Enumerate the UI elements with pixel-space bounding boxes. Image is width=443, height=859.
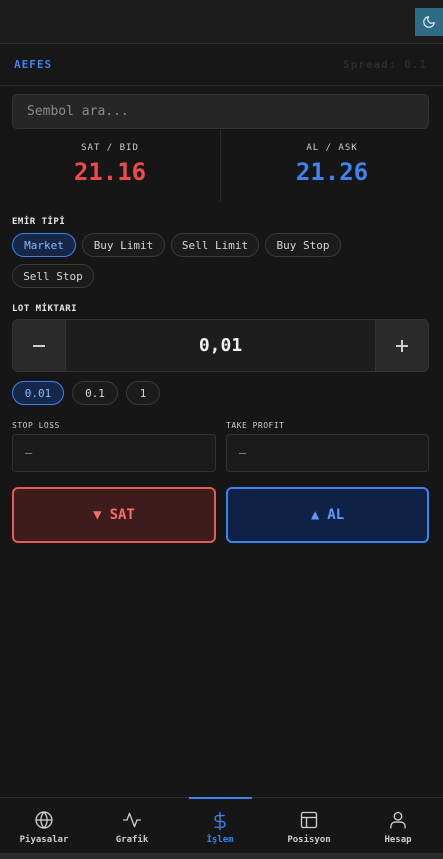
lot-preset-0-1[interactable]: 0.1 (72, 381, 118, 405)
layout-icon (300, 811, 318, 829)
lot-value[interactable]: 0,01 (65, 320, 376, 371)
order-type-buy-stop[interactable]: Buy Stop (265, 233, 341, 257)
globe-icon (35, 811, 53, 829)
bottom-strip (0, 853, 443, 859)
lot-preset-1[interactable]: 1 (126, 381, 160, 405)
ask-quote: AL / ASK 21.26 (221, 130, 443, 202)
quote-panel: SAT / BID 21.16 AL / ASK 21.26 (0, 130, 443, 202)
bottom-navigation: Piyasalar Grafik İşlem Posisyon Hesap (0, 797, 443, 854)
order-type-sell-limit[interactable]: Sell Limit (171, 233, 259, 257)
theme-toggle-button[interactable] (415, 8, 443, 36)
down-triangle-icon: ▼ (93, 507, 102, 523)
bid-quote: SAT / BID 21.16 (0, 130, 221, 202)
bid-label: SAT / BID (81, 143, 139, 153)
nav-label-piyasalar: Piyasalar (19, 835, 69, 845)
nav-item-islem[interactable]: İşlem (176, 798, 264, 854)
nav-item-posisyon[interactable]: Posisyon (265, 798, 353, 854)
symbol-name: AEFES (14, 58, 53, 71)
lot-stepper: 0,01 (12, 319, 429, 372)
bid-price: 21.16 (73, 158, 147, 186)
symbol-bar: AEFES Spread: 0.1 (0, 44, 443, 86)
sell-button-label: SAT (109, 507, 135, 523)
moon-icon (423, 16, 435, 28)
user-icon (390, 811, 406, 829)
order-type-buy-limit[interactable]: Buy Limit (82, 233, 165, 257)
nav-label-posisyon: Posisyon (287, 835, 331, 845)
nav-label-islem: İşlem (206, 835, 234, 845)
stop-loss-input[interactable]: — (12, 434, 216, 472)
spread-text: Spread: 0.1 (343, 58, 427, 71)
lot-increase-button[interactable] (375, 320, 428, 371)
lot-label: LOT MİKTARI (12, 304, 78, 314)
buy-button-label: AL (327, 507, 345, 523)
plus-icon (396, 339, 408, 352)
sell-button[interactable]: ▼ SAT (12, 487, 216, 543)
ask-price: 21.26 (295, 158, 369, 186)
lot-decrease-button[interactable] (13, 320, 66, 371)
stop-loss-label: STOP LOSS (12, 421, 60, 430)
activity-icon (123, 812, 141, 828)
order-type-market[interactable]: Market (12, 233, 76, 257)
top-bar (0, 0, 443, 44)
nav-label-grafik: Grafik (115, 835, 149, 845)
nav-item-hesap[interactable]: Hesap (354, 798, 442, 854)
order-type-label: EMİR TİPİ (12, 217, 66, 227)
lot-preset-0-01[interactable]: 0.01 (12, 381, 64, 405)
symbol-search-input[interactable] (12, 94, 429, 129)
nav-item-piyasalar[interactable]: Piyasalar (0, 798, 88, 854)
take-profit-input[interactable]: — (226, 434, 429, 472)
order-type-sell-stop[interactable]: Sell Stop (12, 264, 94, 288)
dollar-icon (214, 811, 226, 831)
minus-icon (33, 344, 45, 347)
ask-label: AL / ASK (306, 143, 358, 153)
nav-item-grafik[interactable]: Grafik (88, 798, 176, 854)
up-triangle-icon: ▲ (310, 507, 320, 523)
nav-label-hesap: Hesap (384, 835, 412, 845)
take-profit-label: TAKE PROFIT (226, 421, 285, 430)
buy-button[interactable]: ▲ AL (226, 487, 429, 543)
